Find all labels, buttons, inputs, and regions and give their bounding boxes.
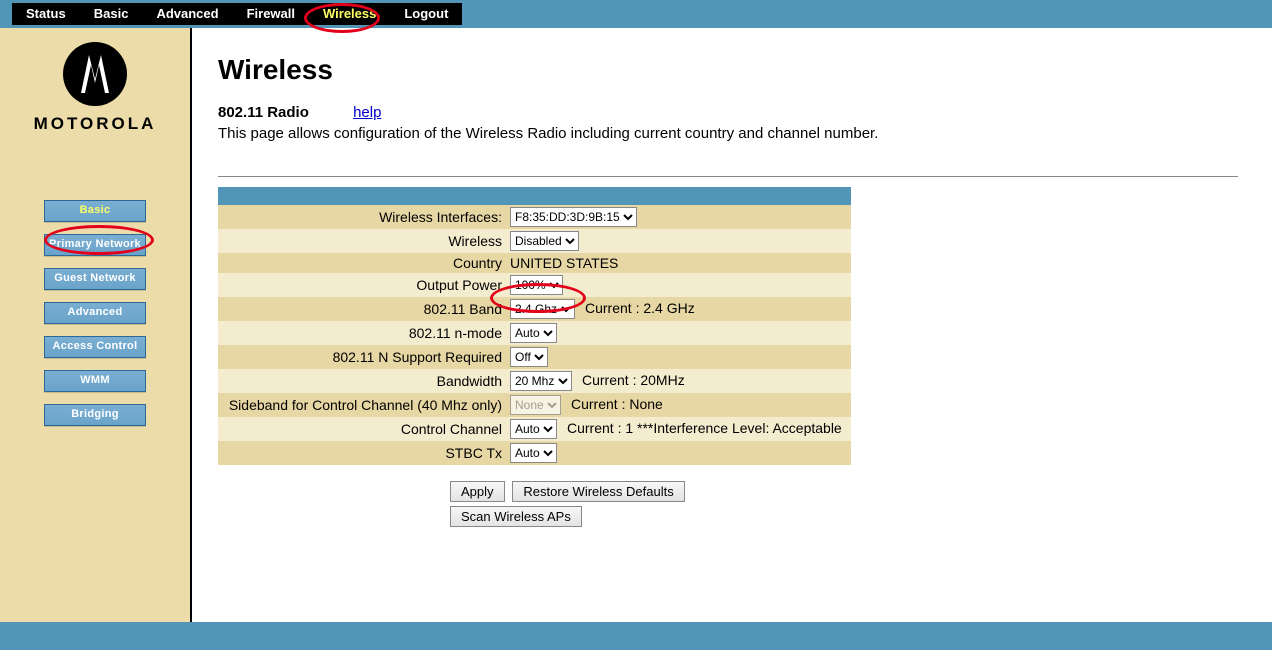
setting-label: Wireless Interfaces: — [218, 205, 506, 229]
select-wireless[interactable]: Disabled — [510, 231, 579, 251]
sidebar-item-primary-network[interactable]: Primary Network — [44, 234, 146, 256]
setting-value-cell: Off — [506, 345, 851, 369]
page-title: Wireless — [218, 54, 1272, 86]
table-row: Wireless Interfaces:F8:35:DD:3D:9B:15 — [218, 205, 851, 229]
current-value-text: Current : 2.4 GHz — [585, 300, 695, 316]
topnav-item-wireless[interactable]: Wireless — [309, 3, 390, 25]
footer-bar — [0, 622, 1272, 650]
topnav-item-firewall[interactable]: Firewall — [233, 3, 309, 25]
setting-label: STBC Tx — [218, 441, 506, 465]
table-row: CountryUNITED STATES — [218, 253, 851, 273]
sidebar-item-guest-network[interactable]: Guest Network — [44, 268, 146, 290]
select-802-11-n-support-required[interactable]: Off — [510, 347, 548, 367]
table-row: STBC TxAuto — [218, 441, 851, 465]
static-value: UNITED STATES — [510, 255, 618, 271]
table-row: Sideband for Control Channel (40 Mhz onl… — [218, 393, 851, 417]
table-row: Bandwidth20 Mhz Current : 20MHz — [218, 369, 851, 393]
help-link[interactable]: help — [353, 104, 381, 121]
table-row: 802.11 N Support RequiredOff — [218, 345, 851, 369]
table-row: Output Power100% — [218, 273, 851, 297]
select-802-11-n-mode[interactable]: Auto — [510, 323, 557, 343]
sidebar-item-basic[interactable]: Basic — [44, 200, 146, 222]
apply-button[interactable]: Apply — [450, 481, 505, 502]
setting-label: Bandwidth — [218, 369, 506, 393]
setting-value-cell: F8:35:DD:3D:9B:15 — [506, 205, 851, 229]
current-value-text: Current : 1 ***Interference Level: Accep… — [567, 420, 842, 436]
sidebar-item-wmm[interactable]: WMM — [44, 370, 146, 392]
section-title: 802.11 Radio — [218, 104, 309, 121]
restore-defaults-button[interactable]: Restore Wireless Defaults — [512, 481, 684, 502]
page-description: This page allows configuration of the Wi… — [218, 125, 1272, 142]
table-row: Control ChannelAuto Current : 1 ***Interf… — [218, 417, 851, 441]
sidebar: MOTOROLA Basic Primary Network Guest Netwo… — [0, 28, 192, 622]
setting-label: Country — [218, 253, 506, 273]
action-row: Apply Restore Wireless Defaults Scan Wir… — [218, 479, 1081, 529]
table-row: 802.11 n-modeAuto — [218, 321, 851, 345]
scan-aps-button[interactable]: Scan Wireless APs — [450, 506, 582, 527]
setting-label: Sideband for Control Channel (40 Mhz onl… — [218, 393, 506, 417]
current-value-text: Current : None — [571, 396, 663, 412]
setting-value-cell: Auto — [506, 441, 851, 465]
main-content: Wireless 802.11 Radio help This page all… — [192, 28, 1272, 622]
topnav-item-logout[interactable]: Logout — [390, 3, 462, 25]
setting-value-cell: Auto — [506, 321, 851, 345]
setting-value-cell: Disabled — [506, 229, 851, 253]
motorola-logo-icon — [63, 42, 127, 106]
setting-label: 802.11 n-mode — [218, 321, 506, 345]
table-row: WirelessDisabled — [218, 229, 851, 253]
select-control-channel[interactable]: Auto — [510, 419, 557, 439]
topnav-item-advanced[interactable]: Advanced — [142, 3, 232, 25]
select-802-11-band[interactable]: 2.4 Ghz — [510, 299, 575, 319]
select-bandwidth[interactable]: 20 Mhz — [510, 371, 572, 391]
select-output-power[interactable]: 100% — [510, 275, 563, 295]
current-value-text: Current : 20MHz — [582, 372, 685, 388]
setting-label: 802.11 Band — [218, 297, 506, 321]
sidebar-item-advanced[interactable]: Advanced — [44, 302, 146, 324]
setting-label: 802.11 N Support Required — [218, 345, 506, 369]
setting-value-cell: 2.4 Ghz Current : 2.4 GHz — [506, 297, 851, 321]
select-stbc-tx[interactable]: Auto — [510, 443, 557, 463]
select-sideband-for-control-channel-40-mhz-only: None — [510, 395, 561, 415]
brand-text: MOTOROLA — [0, 114, 190, 134]
sidebar-item-bridging[interactable]: Bridging — [44, 404, 146, 426]
settings-table: Wireless Interfaces:F8:35:DD:3D:9B:15Wir… — [218, 187, 851, 465]
table-row: 802.11 Band2.4 Ghz Current : 2.4 GHz — [218, 297, 851, 321]
setting-value-cell: None Current : None — [506, 393, 851, 417]
setting-value-cell: UNITED STATES — [506, 253, 851, 273]
topnav-item-basic[interactable]: Basic — [80, 3, 143, 25]
setting-value-cell: 20 Mhz Current : 20MHz — [506, 369, 851, 393]
sidebar-item-access-control[interactable]: Access Control — [44, 336, 146, 358]
setting-label: Output Power — [218, 273, 506, 297]
top-nav: StatusBasicAdvancedFirewallWirelessLogou… — [0, 0, 1272, 28]
select-wireless-interfaces[interactable]: F8:35:DD:3D:9B:15 — [510, 207, 637, 227]
setting-label: Control Channel — [218, 417, 506, 441]
setting-value-cell: 100% — [506, 273, 851, 297]
divider — [218, 176, 1238, 177]
setting-value-cell: Auto Current : 1 ***Interference Level: A… — [506, 417, 851, 441]
setting-label: Wireless — [218, 229, 506, 253]
topnav-item-status[interactable]: Status — [12, 3, 80, 25]
